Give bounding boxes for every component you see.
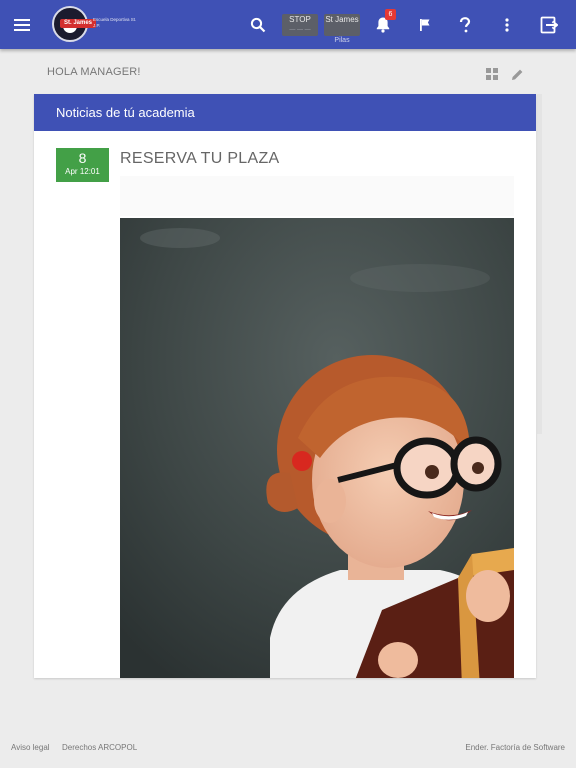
academy-logo[interactable]: St. James Escuela Deportiva St. J.P. [52, 6, 137, 42]
academy-chip-label: St James [325, 15, 359, 24]
logout-icon[interactable] [532, 0, 566, 49]
dashboard-icon[interactable] [484, 66, 500, 82]
academy-chip[interactable]: St James [324, 14, 360, 36]
news-card: Noticias de tú academia 8 Apr 12:01 RESE… [34, 94, 536, 678]
post-image[interactable] [120, 218, 514, 678]
scrollbar[interactable] [537, 94, 542, 434]
footer-credit: Ender. Factoría de Software [465, 743, 565, 752]
edit-icon[interactable] [509, 66, 525, 82]
post-image-illustration [120, 218, 514, 678]
flag-icon[interactable] [408, 0, 442, 49]
news-card-header: Noticias de tú academia [34, 94, 536, 131]
post-time: Apr 12:01 [65, 167, 100, 176]
post-title[interactable]: RESERVA TU PLAZA [120, 150, 280, 168]
stop-chip[interactable]: STOP — — — [282, 14, 318, 36]
post-summary-area [120, 176, 514, 216]
help-icon[interactable] [448, 0, 482, 49]
legal-notice-link[interactable]: Aviso legal [11, 743, 50, 752]
stop-chip-sub: — — — [289, 27, 311, 33]
more-vert-icon[interactable] [490, 0, 524, 49]
logo-text: Escuela Deportiva St. J.P. [93, 17, 137, 28]
top-app-bar: St. James Escuela Deportiva St. J.P. STO… [0, 0, 576, 49]
notifications-badge: 6 [385, 9, 396, 20]
greeting-title: HOLA MANAGER! [47, 66, 141, 78]
menu-icon[interactable] [5, 0, 39, 49]
arco-rights-link[interactable]: Derechos ARCOPOL [62, 743, 137, 752]
search-icon[interactable] [241, 0, 275, 49]
post-date-badge: 8 Apr 12:01 [56, 148, 109, 182]
post-day: 8 [78, 150, 87, 166]
bell-icon[interactable] [366, 0, 400, 49]
academy-chip-caption: Pilas [334, 37, 350, 44]
logo-ribbon: St. James [60, 19, 96, 28]
stop-chip-label: STOP [289, 15, 311, 24]
